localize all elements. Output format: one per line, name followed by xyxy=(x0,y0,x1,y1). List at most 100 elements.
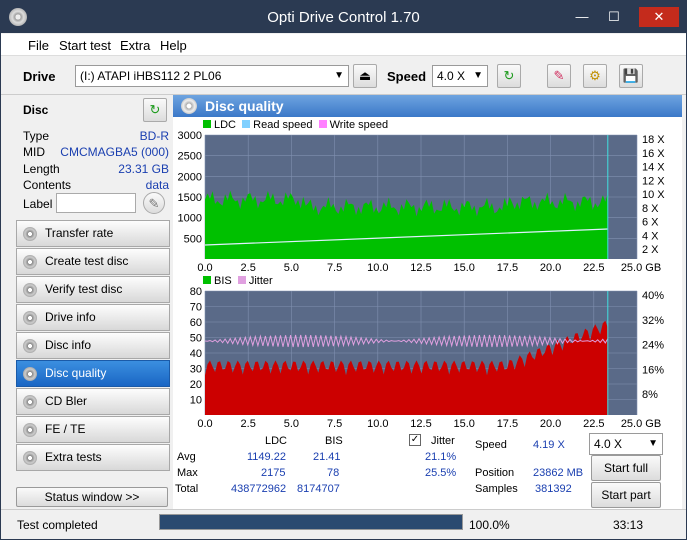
y-tick-label: 20 xyxy=(190,379,202,391)
nav-disc-quality[interactable]: Disc quality xyxy=(16,360,170,387)
eraser-icon: ✎ xyxy=(553,68,565,83)
info-value: BD-R xyxy=(139,129,169,143)
test-speed-select[interactable]: 4.0 X ▼ xyxy=(589,433,663,455)
elapsed-time: 33:13 xyxy=(613,518,644,532)
legend-bis: BIS xyxy=(214,275,232,287)
nav-label: Disc quality xyxy=(45,366,107,380)
status-window-button[interactable]: Status window >> xyxy=(16,487,168,507)
nav-disc-info[interactable]: Disc info xyxy=(16,332,170,359)
y2-tick-label: 32% xyxy=(642,315,664,327)
left-panel: Disc ↻ Type BD-R MID CMCMAGBA5 (000) Lengt… xyxy=(9,95,173,509)
stats-avg-jitter: 21.1% xyxy=(425,451,457,463)
menu-start-test[interactable]: Start test xyxy=(59,38,111,53)
chevron-down-icon: ▼ xyxy=(473,70,483,81)
bis-chart: 80 70 60 50 40 30 20 10 40% 32% 24% 16% 8% 0.0 2.5 5.0 7… xyxy=(190,287,664,427)
nav-verify-test-disc[interactable]: Verify test disc xyxy=(16,276,170,303)
stats-max-jitter: 25.5% xyxy=(425,467,457,479)
y-tick-label: 2500 xyxy=(178,151,202,163)
y-tick-label: 1000 xyxy=(178,213,202,225)
disc-icon xyxy=(181,98,197,114)
stats-col-jitter: Jitter xyxy=(431,435,455,447)
stats-total-bis: 8174707 xyxy=(297,483,340,495)
nav-fe-te[interactable]: FE / TE xyxy=(16,416,170,443)
y-tick-label: 500 xyxy=(184,233,202,245)
erase-button[interactable]: ✎ xyxy=(547,64,571,88)
save-button[interactable]: 💾 xyxy=(619,64,643,88)
menu-extra[interactable]: Extra xyxy=(120,38,150,53)
progress-fill xyxy=(160,515,462,529)
stats-total-ldc: 438772962 xyxy=(231,483,287,495)
nav-cd-bler[interactable]: CD Bler xyxy=(16,388,170,415)
x-tick-label: 2.5 xyxy=(241,262,256,271)
legend-jitter: Jitter xyxy=(248,275,273,287)
refresh-button[interactable]: ↻ xyxy=(497,64,521,88)
pencil-icon: ✎ xyxy=(148,196,160,211)
stats-avg-bis: 21.41 xyxy=(313,451,341,463)
speed-select[interactable]: 4.0 X ▼ xyxy=(432,65,488,87)
y2-tick-label: 2 X xyxy=(642,244,659,256)
drive-select[interactable]: (I:) ATAPI iHBS112 2 PL06 ▼ xyxy=(75,65,349,87)
disc-quality-panel: Disc quality LDC Read speed Write speed … xyxy=(173,95,682,509)
x-tick-label: 15.0 xyxy=(453,418,474,427)
progress-percent: 100.0% xyxy=(469,518,510,532)
y2-tick-label: 16 X xyxy=(642,148,665,160)
y-tick-label: 40 xyxy=(190,348,202,360)
x-tick-label: 20.0 xyxy=(540,418,561,427)
speed-select-value: 4.0 X xyxy=(437,69,466,83)
panel-header: Disc quality xyxy=(173,95,682,117)
y2-tick-label: 40% xyxy=(642,290,664,302)
menu-file[interactable]: File xyxy=(28,38,49,53)
info-key: Type xyxy=(23,129,50,143)
status-text: Test completed xyxy=(17,518,98,532)
menu-help[interactable]: Help xyxy=(160,38,187,53)
disc-header: Disc ↻ xyxy=(9,95,173,123)
x-tick-label: 20.0 xyxy=(540,262,561,271)
menu-bar: File Start test Extra Help xyxy=(1,34,686,56)
nav-drive-info[interactable]: Drive info xyxy=(16,304,170,331)
y-tick-label: 60 xyxy=(190,317,202,329)
legend-read-speed: Read speed xyxy=(253,119,313,131)
disc-icon xyxy=(23,423,37,437)
y2-tick-label: 18 X xyxy=(642,134,665,146)
label-key: Label xyxy=(23,197,53,211)
test-speed-value: 4.0 X xyxy=(594,437,623,451)
nav-label: Drive info xyxy=(45,310,96,324)
toolbar: Drive (I:) ATAPI iHBS112 2 PL06 ▼ ⏏ Spee… xyxy=(1,57,686,95)
label-edit-button[interactable]: ✎ xyxy=(143,192,165,214)
nav-extra-tests[interactable]: Extra tests xyxy=(16,444,170,471)
status-bar: Test completed 100.0% 33:13 xyxy=(1,509,686,539)
nav-transfer-rate[interactable]: Transfer rate xyxy=(16,220,170,247)
y-tick-label: 2000 xyxy=(178,171,202,183)
close-button[interactable]: ✕ xyxy=(639,7,679,27)
info-value: CMCMAGBA5 (000) xyxy=(60,145,169,159)
jitter-checkbox[interactable]: ✓ xyxy=(409,434,421,446)
disc-icon xyxy=(23,255,37,269)
nav-label: FE / TE xyxy=(45,422,86,436)
x-tick-label: 12.5 xyxy=(410,418,431,427)
start-full-button[interactable]: Start full xyxy=(591,455,661,481)
info-value: 23.31 GB xyxy=(118,162,169,176)
y2-tick-label: 10 X xyxy=(642,189,665,201)
start-part-button[interactable]: Start part xyxy=(591,482,661,508)
maximize-button[interactable]: ☐ xyxy=(599,7,629,27)
ldc-chart: 3000 2500 2000 1500 1000 500 18 X 16 X 14 X12 X 1… xyxy=(178,131,666,271)
y2-tick-label: 24% xyxy=(642,340,664,352)
title-bar: Opti Drive Control 1.70 — ☐ ✕ xyxy=(1,1,686,33)
disc-refresh-button[interactable]: ↻ xyxy=(143,98,167,122)
chart2-legend: BIS Jitter xyxy=(203,275,273,287)
disc-icon xyxy=(23,395,37,409)
x-tick-label: 17.5 xyxy=(497,418,518,427)
stats-max-ldc: 2175 xyxy=(261,467,286,479)
x-tick-label: 5.0 xyxy=(284,262,299,271)
y-tick-label: 50 xyxy=(190,333,202,345)
minimize-button[interactable]: — xyxy=(567,7,597,27)
eject-button[interactable]: ⏏ xyxy=(353,64,377,88)
label-field[interactable] xyxy=(56,193,136,213)
y2-tick-label: 4 X xyxy=(642,230,659,242)
x-tick-label: 25.0 GB xyxy=(621,418,661,427)
settings-button[interactable]: ⚙ xyxy=(583,64,607,88)
nav-label: Verify test disc xyxy=(45,282,123,296)
disc-icon xyxy=(23,227,37,241)
disc-icon xyxy=(23,283,37,297)
nav-create-test-disc[interactable]: Create test disc xyxy=(16,248,170,275)
